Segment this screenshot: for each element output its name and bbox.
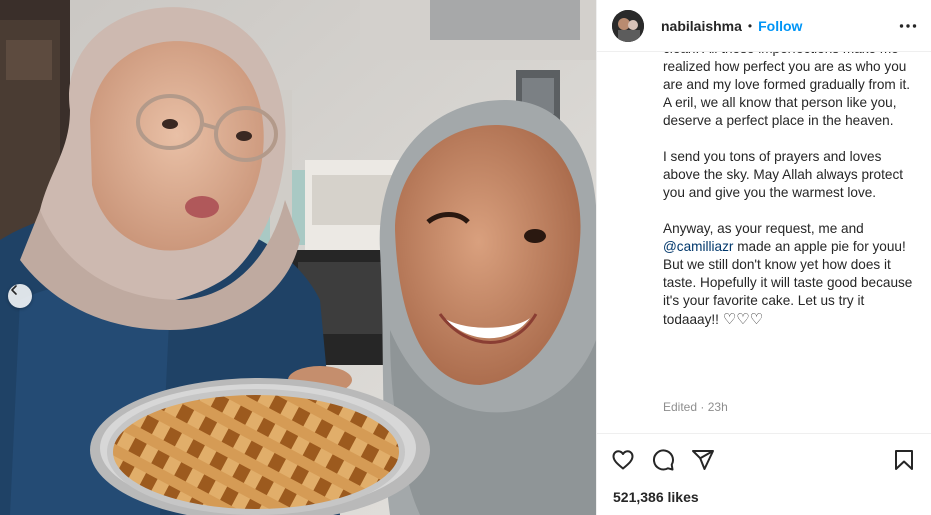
like-button[interactable] [611, 448, 635, 472]
more-options-button[interactable] [896, 14, 920, 38]
caption-paragraph: Anyway, as your request, me and @camilli… [663, 220, 918, 329]
bookmark-icon [895, 449, 913, 470]
header-separator: • [747, 18, 753, 33]
avatar[interactable] [612, 9, 644, 42]
heart-emojis: ♡♡♡ [722, 310, 764, 328]
chevron-left-icon [11, 285, 17, 295]
share-button[interactable] [691, 448, 715, 472]
photo-illustration [0, 0, 596, 515]
more-horizontal-icon [899, 23, 917, 28]
caption-scroll-area[interactable]: clean. All those imperfections make me r… [597, 52, 931, 433]
likes-number: 521,386 [613, 489, 664, 505]
heart-icon [612, 449, 634, 469]
caption-paragraph: clean. All those imperfections make me r… [663, 52, 911, 128]
comment-bubble-icon [652, 448, 674, 470]
caption-paragraph: I send you tons of prayers and loves abo… [663, 149, 904, 200]
post-photo[interactable] [0, 0, 596, 515]
mention-link[interactable]: @camilliazr [663, 239, 733, 254]
likes-count[interactable]: 521,386 likes [613, 489, 699, 505]
post-side-panel: nabilaishma • Follow clean. All those im… [596, 0, 931, 515]
carousel-prev-button[interactable] [8, 284, 32, 308]
avatar-image [612, 9, 644, 42]
comment-button[interactable] [651, 448, 675, 472]
save-button[interactable] [892, 448, 916, 472]
likes-suffix: likes [667, 489, 699, 505]
time-separator: · [700, 400, 705, 414]
paper-plane-icon [692, 449, 714, 470]
post-username[interactable]: nabilaishma [661, 18, 742, 34]
time-ago[interactable]: 23h [708, 400, 728, 414]
post-header: nabilaishma • Follow [597, 0, 931, 52]
edited-timestamp: Edited · 23h [663, 400, 728, 414]
caption-text: clean. All those imperfections make me r… [663, 52, 918, 329]
caption-text-before-mention: Anyway, as your request, me and [663, 221, 864, 236]
action-bar [597, 433, 931, 485]
edited-label: Edited [663, 400, 698, 414]
follow-button[interactable]: Follow [758, 18, 802, 34]
